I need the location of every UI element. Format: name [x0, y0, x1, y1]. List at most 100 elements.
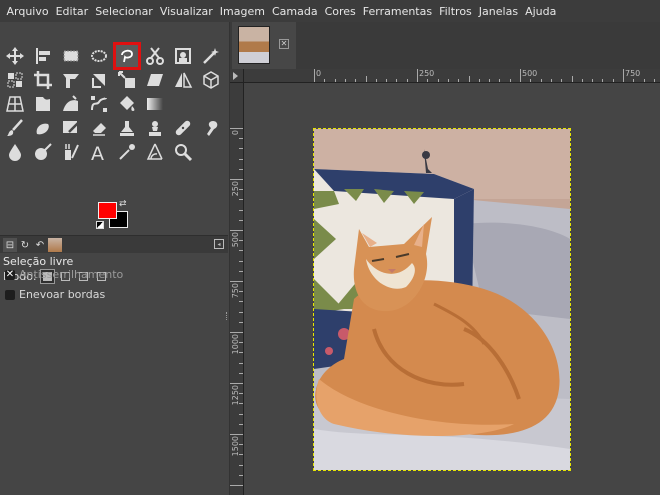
menu-cores[interactable]: Cores: [321, 5, 359, 18]
text-tool-icon[interactable]: A: [87, 140, 111, 164]
vertical-ruler[interactable]: 0 250 500 750 1000 1250 1500: [230, 83, 244, 495]
panel-splitter[interactable]: [226, 312, 228, 320]
ruler-tick: [324, 79, 326, 82]
paintbrush-tool-icon[interactable]: [3, 116, 27, 140]
ruler-tick: [239, 260, 243, 262]
ruler-tick: [643, 79, 645, 82]
path-tool-icon[interactable]: [87, 92, 111, 116]
ruler-tick: [509, 79, 511, 82]
foreground-select-tool-icon[interactable]: [171, 44, 195, 68]
ruler-tick: [571, 76, 573, 82]
ruler-label: 750: [231, 283, 240, 299]
close-image-icon[interactable]: ✕: [279, 39, 289, 49]
handle-transform-tool-icon[interactable]: [59, 92, 83, 116]
image-canvas[interactable]: [313, 128, 571, 471]
ruler-tick: [344, 79, 346, 82]
blur-tool-icon[interactable]: [3, 140, 27, 164]
gradient-tool-icon[interactable]: [143, 92, 167, 116]
menu-filtros[interactable]: Filtros: [436, 5, 476, 18]
move-tool-icon[interactable]: [3, 44, 27, 68]
ruler-label: 1250: [231, 385, 240, 406]
scale-tool-icon[interactable]: [115, 68, 139, 92]
airbrush-tool-icon[interactable]: [115, 116, 139, 140]
ruler-tick: [239, 199, 243, 201]
tool-options-title: Seleção livre: [3, 255, 74, 268]
by-color-select-tool-icon[interactable]: [3, 68, 27, 92]
antialiasing-checkbox[interactable]: ✕: [5, 269, 15, 280]
tool-options-tab-icon[interactable]: ⊟: [3, 238, 17, 252]
ruler-tick: [396, 79, 398, 82]
rect-select-tool-icon[interactable]: [59, 44, 83, 68]
device-status-tab-icon[interactable]: ↻: [18, 238, 32, 252]
antialiasing-option[interactable]: ✕ Antisserrilhamento: [5, 268, 123, 281]
crop-tool-icon[interactable]: [31, 68, 55, 92]
ruler-tick: [530, 79, 532, 82]
ruler-tick: [633, 79, 635, 82]
ruler-tick: [468, 76, 470, 82]
smudge-tool-icon[interactable]: [199, 116, 223, 140]
reset-colors-icon[interactable]: [96, 221, 104, 229]
measure-tool-icon[interactable]: [143, 140, 167, 164]
menu-ferramentas[interactable]: Ferramentas: [359, 5, 435, 18]
foreground-color-swatch[interactable]: [98, 202, 117, 219]
feather-edges-checkbox[interactable]: [5, 289, 15, 300]
menu-arquivo[interactable]: Arquivo: [3, 5, 52, 18]
clone-tool-icon[interactable]: [143, 116, 167, 140]
undo-history-tab-icon[interactable]: ↶: [33, 238, 47, 252]
align-tool-icon[interactable]: [31, 44, 55, 68]
menu-camada[interactable]: Camada: [268, 5, 321, 18]
ruler-label: 750: [625, 69, 641, 78]
menu-visualizar[interactable]: Visualizar: [156, 5, 216, 18]
ruler-tick: [239, 250, 243, 252]
swap-colors-icon[interactable]: ⇄: [119, 199, 127, 209]
ruler-tick: [239, 372, 243, 374]
ruler-tick: [417, 69, 418, 82]
warp-transform-tool-icon[interactable]: [31, 92, 55, 116]
menu-ajuda[interactable]: Ajuda: [522, 5, 560, 18]
unified-transform-tool-icon[interactable]: [59, 68, 83, 92]
menu-selecionar[interactable]: Selecionar: [92, 5, 157, 18]
flip-tool-icon[interactable]: [171, 68, 195, 92]
menu-janelas[interactable]: Janelas: [475, 5, 521, 18]
dodge-burn-tool-icon[interactable]: [31, 140, 55, 164]
feather-edges-label: Enevoar bordas: [19, 288, 106, 301]
menu-imagem[interactable]: Imagem: [216, 5, 268, 18]
ink-tool-icon[interactable]: [59, 140, 83, 164]
image-tab[interactable]: ✕: [232, 22, 296, 69]
ruler-tick: [489, 79, 491, 82]
cage-transform-tool-icon[interactable]: [199, 68, 223, 92]
color-picker-tool-icon[interactable]: [115, 140, 139, 164]
menu-editar[interactable]: Editar: [52, 5, 92, 18]
ruler-tick: [230, 434, 243, 435]
ruler-label: 500: [231, 232, 240, 248]
ruler-tick: [239, 423, 243, 425]
free-select-tool-icon[interactable]: [113, 42, 141, 70]
pencil-tool-icon[interactable]: [59, 116, 83, 140]
scissors-tool-icon[interactable]: [143, 44, 167, 68]
ellipse-select-tool-icon[interactable]: [87, 44, 111, 68]
ruler-tick: [239, 270, 243, 272]
horizontal-ruler[interactable]: 0 250 500 750: [244, 69, 660, 83]
perspective-tool-icon[interactable]: [3, 92, 27, 116]
antialiasing-label: Antisserrilhamento: [19, 268, 124, 281]
ruler-tick: [375, 79, 377, 82]
ruler-tick: [355, 79, 357, 82]
rotate-tool-icon[interactable]: [87, 68, 111, 92]
shear-tool-icon[interactable]: [143, 68, 167, 92]
ruler-label: 250: [231, 181, 240, 197]
feather-edges-option[interactable]: Enevoar bordas: [5, 288, 105, 301]
mypaint-brush-tool-icon[interactable]: [31, 116, 55, 140]
ruler-tick: [612, 79, 614, 82]
ruler-label: 250: [419, 69, 435, 78]
fuzzy-select-tool-icon[interactable]: [199, 44, 223, 68]
bucket-fill-tool-icon[interactable]: [115, 92, 139, 116]
eraser-tool-icon[interactable]: [87, 116, 111, 140]
dock-menu-icon[interactable]: ◂: [214, 239, 224, 249]
ruler-tick: [581, 79, 583, 82]
heal-tool-icon[interactable]: [171, 116, 195, 140]
quick-mask-toggle[interactable]: [230, 69, 244, 83]
ruler-tick: [458, 79, 460, 82]
zoom-tool-icon[interactable]: [171, 140, 195, 164]
images-tab-icon[interactable]: [48, 238, 62, 252]
ruler-tick: [239, 148, 243, 150]
